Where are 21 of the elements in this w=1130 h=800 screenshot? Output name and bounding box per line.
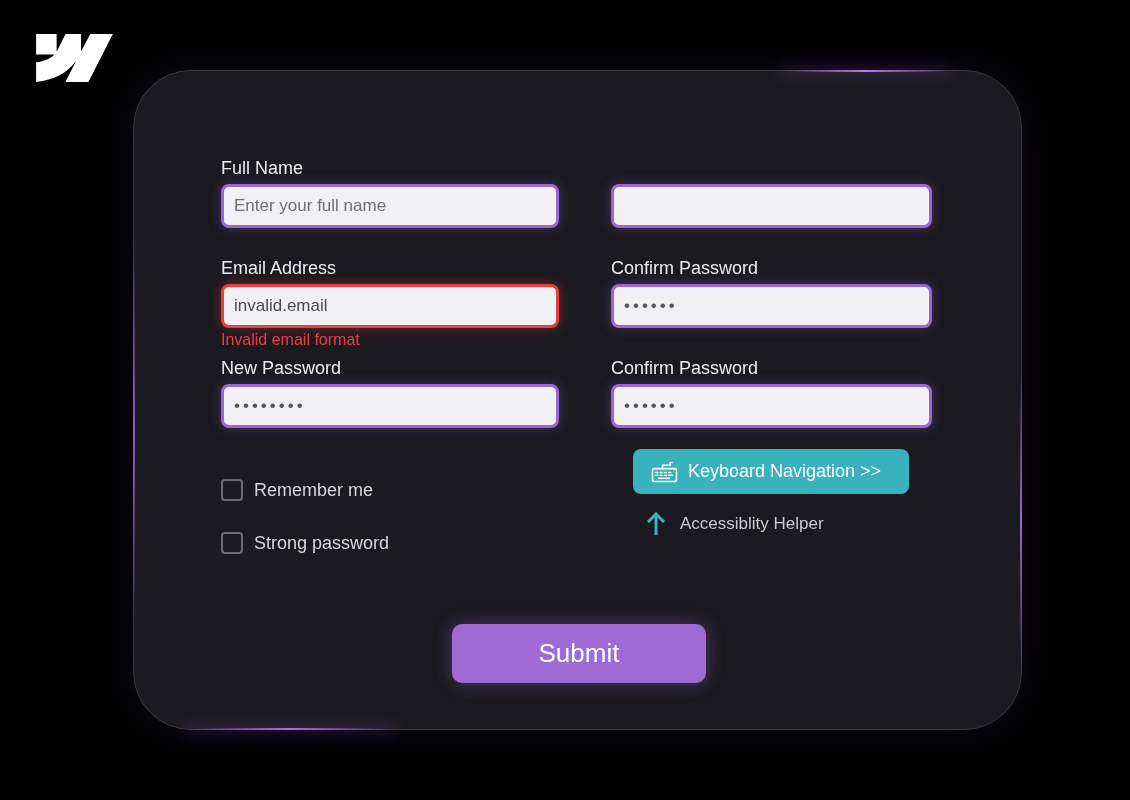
field-label: Full Name xyxy=(221,157,304,179)
text-input[interactable]: Enter your full name xyxy=(221,184,559,228)
text-input[interactable]: invalid.email xyxy=(221,284,559,328)
text-input[interactable]: •••••• xyxy=(611,284,932,328)
field-label: Confirm Password xyxy=(611,357,759,379)
field-label: Confirm Password xyxy=(611,257,759,279)
keyboard-icon xyxy=(651,460,678,483)
field-label: Email Address xyxy=(221,257,337,279)
error-message: Invalid email format xyxy=(221,331,361,349)
field-label: New Password xyxy=(221,357,342,379)
arrow-up-icon xyxy=(646,512,666,536)
text-input[interactable]: •••••• xyxy=(611,384,932,428)
text-input[interactable]: •••••••• xyxy=(221,384,559,428)
checkbox[interactable] xyxy=(221,479,243,501)
checkbox-label: Strong password xyxy=(254,532,390,554)
accessibility-helper-link[interactable]: Accessiblity Helper xyxy=(680,513,824,535)
logo-icon xyxy=(36,34,113,82)
checkbox[interactable] xyxy=(221,532,243,554)
text-input[interactable] xyxy=(611,184,932,228)
submit-button[interactable]: Submit xyxy=(452,624,706,683)
checkbox-label: Remember me xyxy=(254,479,374,501)
